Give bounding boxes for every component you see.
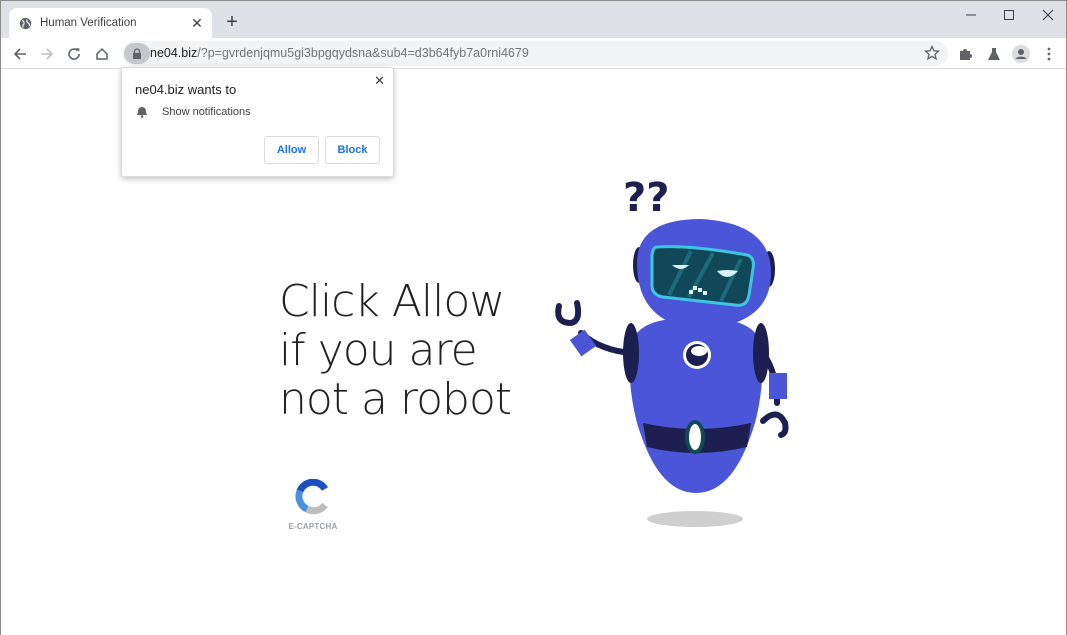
site-info-button[interactable]: [124, 43, 150, 64]
maximize-button[interactable]: [994, 5, 1024, 25]
block-button[interactable]: Block: [325, 136, 380, 164]
popup-close-icon[interactable]: ✕: [374, 73, 385, 89]
tab-strip: Human Verification ✕ +: [1, 1, 1066, 38]
headline: Click Allow if you are not a robot: [279, 276, 512, 425]
tab-human-verification[interactable]: Human Verification ✕: [9, 8, 212, 38]
home-icon: [96, 47, 108, 60]
home-button[interactable]: [91, 43, 113, 65]
profile-button[interactable]: [1011, 44, 1031, 64]
popup-title: ne04.biz wants to: [135, 82, 237, 97]
bell-icon: [137, 107, 147, 118]
svg-text:??: ??: [623, 175, 669, 221]
bookmark-star-icon[interactable]: [924, 45, 940, 61]
close-window-button[interactable]: [1033, 5, 1063, 25]
url-text[interactable]: ne04.biz/?p=gvrdenjqmu5gi3bpgqydsna&sub4…: [150, 46, 529, 60]
back-icon: [13, 48, 26, 60]
address-bar[interactable]: ne04.biz/?p=gvrdenjqmu5gi3bpgqydsna&sub4…: [122, 41, 948, 66]
globe-icon: [19, 17, 32, 29]
allow-button[interactable]: Allow: [264, 136, 319, 164]
robot-illustration: ??: [555, 175, 789, 527]
labs-button[interactable]: [984, 44, 1004, 64]
forward-icon: [41, 48, 54, 60]
permission-text: Show notifications: [162, 106, 251, 118]
lock-icon: [133, 48, 141, 59]
url-path: /?p=gvrdenjqmu5gi3bpgqydsna&sub4=d3b64fy…: [197, 46, 529, 60]
tab-close-icon[interactable]: ✕: [190, 15, 204, 31]
browser-window: Human Verification ✕ + ne04.biz/?p=gvrde…: [0, 0, 1067, 635]
menu-button[interactable]: [1039, 44, 1059, 64]
captcha-logo: E-CAPTCHA: [288, 478, 338, 531]
toolbar: ne04.biz/?p=gvrdenjqmu5gi3bpgqydsna&sub4…: [1, 38, 1066, 69]
notification-permission-popup: ne04.biz wants to ✕ Show notifications A…: [121, 67, 394, 177]
profile-icon: [1012, 45, 1030, 63]
close-icon: [1042, 9, 1054, 21]
permission-row: Show notifications: [136, 106, 251, 118]
extensions-icon: [960, 49, 972, 60]
question-marks: ??: [623, 175, 669, 221]
minimize-icon: [966, 14, 976, 16]
captcha-label: E-CAPTCHA: [288, 522, 338, 531]
new-tab-button[interactable]: +: [223, 12, 241, 32]
minimize-button[interactable]: [956, 5, 986, 25]
robot-shadow: [647, 511, 743, 527]
tab-title: Human Verification: [40, 17, 137, 29]
extensions-button[interactable]: [956, 44, 976, 64]
captcha-c-icon: [295, 478, 328, 515]
labs-icon: [988, 48, 1000, 60]
menu-icon: [1047, 47, 1051, 61]
reload-icon: [68, 48, 80, 60]
forward-button[interactable]: [36, 43, 58, 65]
url-host: ne04.biz: [150, 46, 198, 60]
reload-button[interactable]: [63, 43, 85, 65]
maximize-icon: [1004, 10, 1014, 20]
back-button[interactable]: [9, 43, 31, 65]
